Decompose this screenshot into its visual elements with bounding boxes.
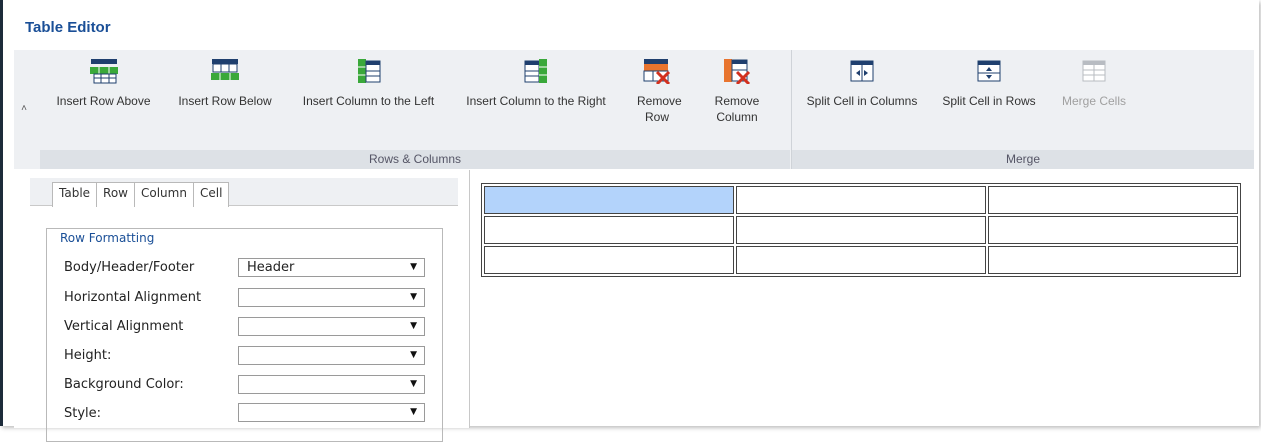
remove-column-label: Remove Column [714, 94, 760, 124]
split-cell-rows-label: Split Cell in Rows [942, 94, 1036, 108]
table-cell[interactable] [988, 216, 1238, 244]
remove-row-icon [643, 59, 671, 84]
horizontal-alignment-select[interactable]: ▼ [238, 288, 425, 307]
ribbon-collapse-button[interactable]: ˄ [14, 103, 34, 114]
style-label: Style: [64, 406, 102, 421]
dropdown-arrow-icon: ▼ [410, 407, 417, 417]
table-row [484, 246, 1238, 274]
insert-row-below-button[interactable]: Insert Row Below [170, 58, 280, 109]
insert-row-above-label: Insert Row Above [56, 94, 151, 108]
horizontal-alignment-label: Horizontal Alignment [64, 290, 202, 305]
remove-row-button[interactable]: Remove Row [628, 58, 686, 125]
table-cell[interactable] [736, 246, 986, 274]
property-tabs: Table Row Column Cell [52, 182, 230, 207]
remove-row-label: Remove Row [637, 94, 682, 124]
insert-column-right-label: Insert Column to the Right [466, 94, 606, 108]
table-cell[interactable] [988, 186, 1238, 214]
table-row [484, 186, 1238, 214]
insert-column-right-button[interactable]: Insert Column to the Right [455, 58, 617, 109]
table-cell[interactable] [736, 216, 986, 244]
window-title: Table Editor [25, 19, 111, 36]
tab-table[interactable]: Table [53, 183, 98, 207]
insert-row-above-button[interactable]: Insert Row Above [47, 58, 160, 109]
insert-column-left-icon [357, 59, 380, 83]
body-header-footer-label: Body/Header/Footer [64, 260, 195, 275]
height-label: Height: [64, 348, 112, 363]
remove-column-button[interactable]: Remove Column [705, 58, 769, 125]
split-cell-rows-button[interactable]: Split Cell in Rows [936, 58, 1042, 109]
split-rows-icon [977, 60, 1001, 82]
dropdown-arrow-icon: ▼ [410, 262, 417, 272]
split-columns-icon [850, 60, 874, 82]
remove-column-icon [724, 59, 751, 84]
dropdown-arrow-icon: ▼ [410, 292, 417, 302]
insert-column-right-icon [524, 59, 547, 83]
dropdown-arrow-icon: ▼ [410, 321, 417, 331]
ribbon-group-rows-columns: Rows & Columns [40, 150, 790, 169]
table-row [484, 216, 1238, 244]
vertical-alignment-select[interactable]: ▼ [238, 317, 425, 336]
table-preview [481, 183, 1241, 277]
table-cell-selected[interactable] [484, 186, 734, 214]
merge-cells-icon [1082, 60, 1106, 82]
style-select[interactable]: ▼ [238, 403, 425, 422]
body-header-footer-value: Header [247, 260, 295, 275]
background-color-select[interactable]: ▼ [238, 375, 425, 394]
background-color-label: Background Color: [64, 377, 184, 392]
tab-row[interactable]: Row [97, 183, 135, 207]
vertical-alignment-label: Vertical Alignment [64, 319, 184, 334]
insert-row-below-label: Insert Row Below [178, 94, 272, 108]
insert-column-left-label: Insert Column to the Left [302, 94, 435, 108]
ribbon-group-merge: Merge [792, 150, 1254, 169]
split-cell-columns-button[interactable]: Split Cell in Columns [800, 58, 924, 109]
insert-row-above-icon [89, 59, 118, 84]
table-cell[interactable] [484, 216, 734, 244]
insert-column-left-button[interactable]: Insert Column to the Left [291, 58, 446, 109]
row-formatting-legend: Row Formatting [58, 231, 157, 245]
dropdown-arrow-icon: ▼ [410, 350, 417, 360]
dropdown-arrow-icon: ▼ [410, 379, 417, 389]
height-select[interactable]: ▼ [238, 346, 425, 365]
merge-cells-button[interactable]: Merge Cells [1050, 58, 1138, 109]
merge-cells-label: Merge Cells [1061, 94, 1127, 108]
tab-cell[interactable]: Cell [194, 183, 228, 207]
table-cell[interactable] [736, 186, 986, 214]
table-cell[interactable] [484, 246, 734, 274]
split-cell-columns-label: Split Cell in Columns [806, 94, 918, 108]
body-header-footer-select[interactable]: Header ▼ [238, 258, 425, 277]
table-cell[interactable] [988, 246, 1238, 274]
tab-column[interactable]: Column [135, 183, 194, 207]
insert-row-below-icon [211, 59, 239, 80]
